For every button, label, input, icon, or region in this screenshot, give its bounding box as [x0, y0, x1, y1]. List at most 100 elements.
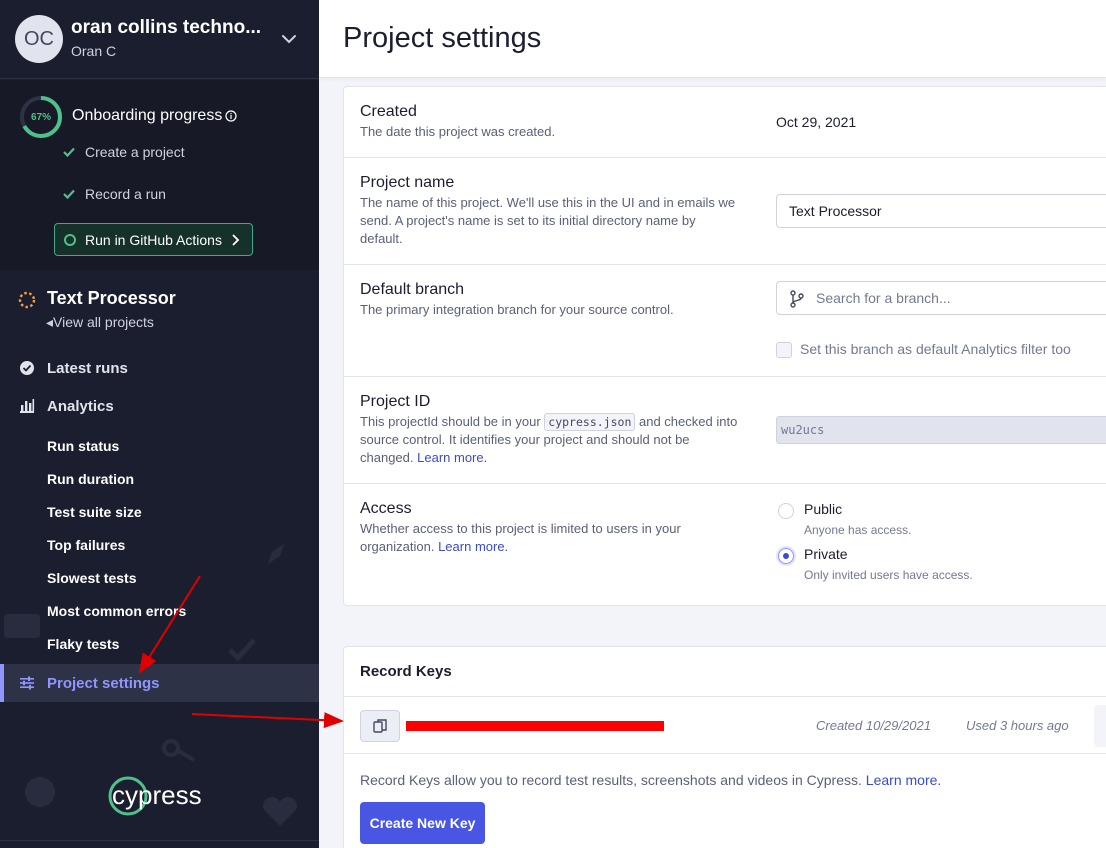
sidebar: OC oran collins techno... Oran C 67% Onb… — [0, 0, 319, 848]
private-radio[interactable] — [778, 548, 794, 564]
github-icon — [25, 777, 55, 807]
avatar: OC — [15, 15, 63, 63]
default-branch-desc: The primary integration branch for your … — [360, 302, 674, 317]
record-keys-learn-more-link[interactable]: Learn more. — [866, 772, 941, 788]
public-desc: Anyone has access. — [804, 523, 912, 537]
record-key-used: Used 3 hours ago — [966, 718, 1069, 733]
check-icon — [63, 189, 75, 200]
key-icon — [162, 739, 196, 762]
analytics-filter-label: Set this branch as default Analytics fil… — [800, 341, 1071, 357]
bar-chart-icon — [20, 399, 35, 413]
nav-analytics[interactable]: Analytics — [0, 391, 319, 421]
main-content: Project settings Created The date this p… — [319, 0, 1106, 848]
record-keys-card: Record Keys Created 10/29/2021 Used 3 ho… — [343, 646, 1106, 848]
nav-latest-runs-label: Latest runs — [47, 359, 128, 377]
copy-key-button[interactable] — [360, 710, 400, 742]
record-keys-title: Record Keys — [360, 663, 452, 680]
cypress-json-code: cypress.json — [544, 413, 636, 431]
private-desc: Only invited users have access. — [804, 568, 973, 582]
project-name-desc: The name of this project. We'll use this… — [360, 195, 736, 246]
record-key-created: Created 10/29/2021 — [816, 718, 931, 733]
created-title: Created — [360, 103, 417, 120]
chevron-down-icon[interactable] — [280, 30, 298, 48]
access-learn-more-link[interactable]: Learn more. — [438, 539, 508, 554]
nav-most-common-errors[interactable]: Most common errors — [47, 603, 186, 619]
info-icon[interactable] — [225, 110, 237, 122]
run-in-github-actions-button[interactable]: Run in GitHub Actions — [54, 223, 253, 256]
created-row: Created The date this project was create… — [344, 87, 1106, 158]
sliders-icon — [20, 676, 34, 690]
org-switcher[interactable]: OC oran collins techno... Oran C — [0, 0, 319, 79]
record-keys-desc: Record Keys allow you to record test res… — [360, 772, 941, 788]
check-circle-icon — [20, 361, 34, 375]
nav-project-settings-label: Project settings — [47, 674, 160, 692]
record-key-redacted — [406, 721, 664, 731]
checkmark-icon — [228, 638, 256, 662]
create-new-key-button[interactable]: Create New Key — [360, 802, 485, 844]
nav-run-status[interactable]: Run status — [47, 438, 119, 454]
private-label: Private — [804, 546, 848, 562]
project-name-title: Project name — [360, 174, 455, 191]
org-name: oran collins techno... — [71, 17, 262, 38]
project-id-field[interactable]: wu2ucs — [776, 416, 1106, 444]
nav-test-suite-size[interactable]: Test suite size — [47, 504, 142, 520]
onboarding-step-label: Record a run — [85, 186, 166, 202]
check-icon — [63, 147, 75, 158]
access-desc-text: Whether access to this project is limite… — [360, 521, 681, 554]
heart-icon — [263, 797, 297, 826]
project-id-learn-more-link[interactable]: Learn more. — [417, 450, 487, 465]
analytics-filter-checkbox[interactable] — [776, 342, 792, 358]
cypress-logo: cypress — [108, 776, 202, 816]
project-name-value: Text Processor — [789, 203, 882, 219]
access-row: Access Whether access to this project is… — [344, 484, 1106, 607]
nav-run-duration[interactable]: Run duration — [47, 471, 134, 487]
project-name-input[interactable]: Text Processor — [776, 194, 1106, 228]
project-id-desc: This projectId should be in your cypress… — [360, 413, 740, 467]
created-date: Oct 29, 2021 — [776, 114, 857, 130]
settings-card: Created The date this project was create… — [343, 86, 1106, 606]
sidebar-divider — [0, 840, 319, 841]
view-all-projects-link[interactable]: ◂View all projects — [46, 314, 154, 331]
svg-text:cypress: cypress — [112, 780, 202, 810]
record-keys-desc-text: Record Keys allow you to record test res… — [360, 772, 862, 788]
page-header: Project settings — [319, 0, 1106, 78]
branch-search-input[interactable]: Search for a branch... — [776, 281, 1106, 315]
onboarding-panel: 67% Onboarding progress Create a project… — [0, 80, 319, 270]
pending-step-icon — [64, 233, 76, 246]
nav-analytics-label: Analytics — [47, 397, 114, 415]
access-title: Access — [360, 500, 412, 517]
nav-project-settings[interactable]: Project settings — [0, 664, 319, 702]
onboarding-step: Record a run — [62, 186, 166, 202]
project-id-value: wu2ucs — [781, 423, 825, 437]
public-radio[interactable] — [778, 503, 794, 519]
copy-icon — [373, 719, 387, 733]
monitor-icon — [4, 614, 40, 638]
page-title: Project settings — [343, 22, 542, 54]
project-status-icon — [18, 291, 36, 309]
branch-search-placeholder: Search for a branch... — [816, 290, 951, 306]
nav-flaky-tests[interactable]: Flaky tests — [47, 636, 119, 652]
org-user: Oran C — [71, 43, 117, 59]
record-key-row: Created 10/29/2021 Used 3 hours ago — [344, 696, 1106, 754]
rocket-icon — [268, 544, 284, 564]
github-button-label: Run in GitHub Actions — [85, 231, 222, 248]
view-all-label: View all projects — [53, 314, 154, 330]
record-key-actions-button[interactable] — [1094, 705, 1106, 747]
onboarding-step-label: Create a project — [85, 144, 185, 160]
project-title: Text Processor — [47, 288, 176, 308]
git-branch-icon — [790, 290, 804, 308]
onboarding-step: Create a project — [62, 144, 185, 160]
nav-top-failures[interactable]: Top failures — [47, 537, 125, 553]
project-id-title: Project ID — [360, 393, 431, 410]
progress-percent: 67% — [30, 111, 51, 123]
chevron-right-icon — [232, 234, 240, 246]
public-label: Public — [804, 501, 843, 517]
project-id-row: Project ID This projectId should be in y… — [344, 377, 1106, 484]
created-desc: The date this project was created. — [360, 124, 556, 139]
default-branch-title: Default branch — [360, 281, 465, 298]
nav-slowest-tests[interactable]: Slowest tests — [47, 570, 136, 586]
nav-latest-runs[interactable]: Latest runs — [0, 353, 319, 383]
onboarding-title: Onboarding progress — [72, 107, 223, 124]
default-branch-row: Default branch The primary integration b… — [344, 265, 1106, 377]
project-id-desc-pre: This projectId should be in your — [360, 414, 541, 429]
